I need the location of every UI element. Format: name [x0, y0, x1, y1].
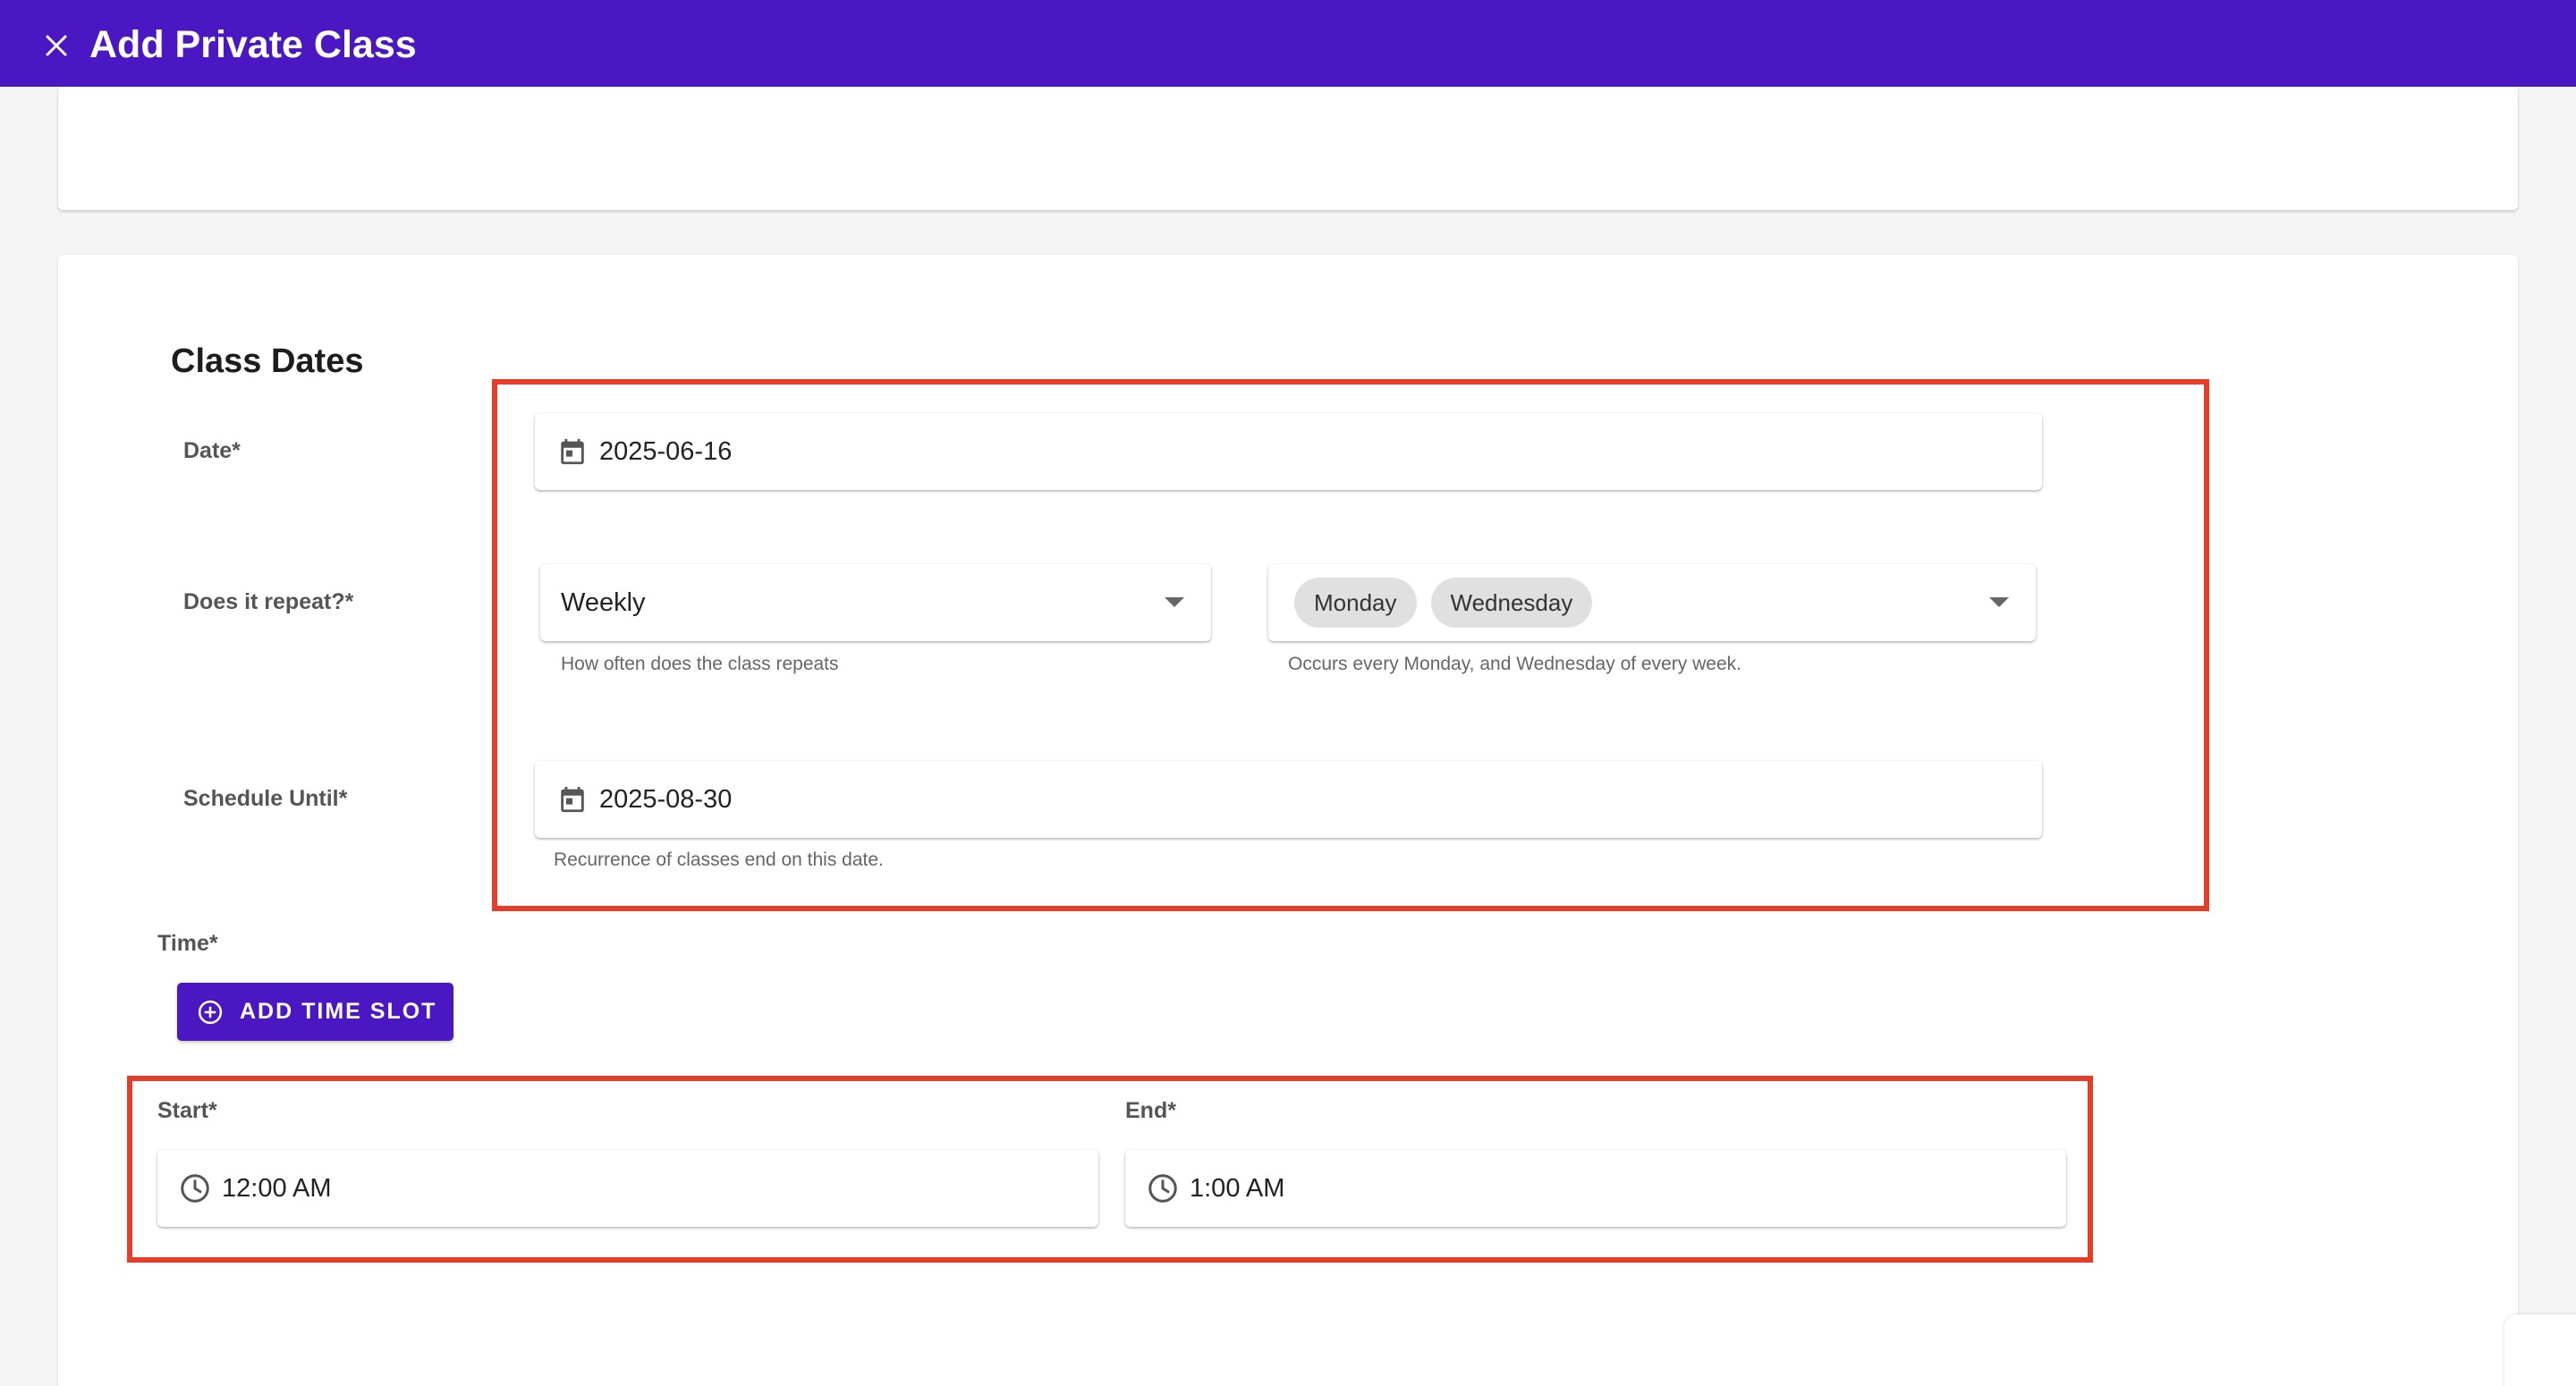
floating-widget[interactable]	[2504, 1314, 2576, 1386]
schedule-until-label: Schedule Until*	[183, 786, 348, 811]
repeat-label: Does it repeat?*	[183, 589, 354, 614]
app-bar: Add Private Class	[0, 0, 2576, 87]
add-time-slot-button[interactable]: ADD TIME SLOT	[177, 983, 453, 1041]
date-label: Date*	[183, 438, 241, 463]
top-card	[58, 87, 2518, 210]
section-title: Class Dates	[171, 342, 364, 380]
close-button[interactable]	[36, 25, 77, 66]
highlight-box-time	[127, 1076, 2093, 1263]
page-title: Add Private Class	[89, 23, 417, 66]
time-label: Time*	[157, 931, 218, 956]
add-circle-icon	[197, 999, 224, 1026]
highlight-box-dates	[492, 379, 2209, 911]
add-time-slot-label: ADD TIME SLOT	[240, 999, 437, 1024]
close-icon	[46, 35, 67, 56]
